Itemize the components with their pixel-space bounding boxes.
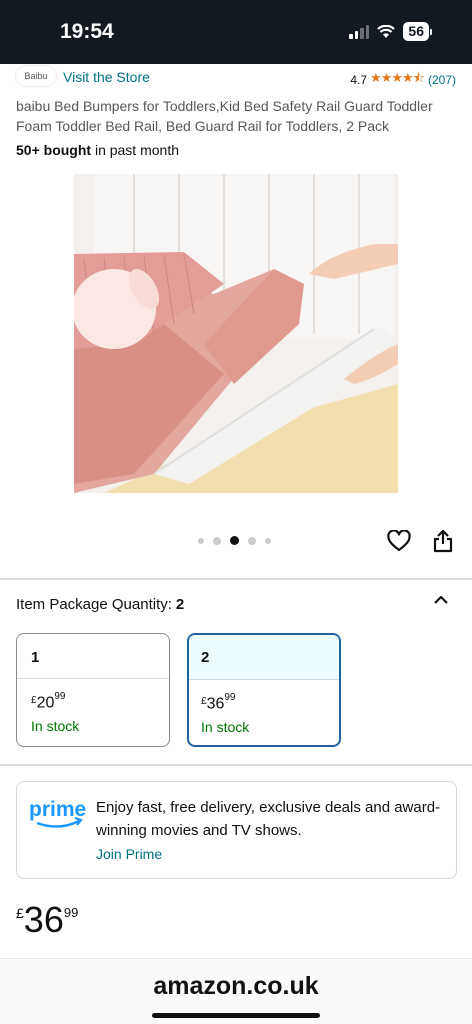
section-divider bbox=[0, 578, 472, 580]
status-icons: 56 bbox=[349, 22, 432, 41]
price-currency: £ bbox=[16, 905, 24, 921]
bed-bumper-photo bbox=[74, 174, 398, 493]
section-divider bbox=[0, 764, 472, 766]
svg-text:prime: prime bbox=[29, 798, 86, 821]
browser-address-bar[interactable]: amazon.co.uk bbox=[0, 958, 472, 1024]
brand-logo[interactable]: Baibu bbox=[16, 66, 56, 86]
quantity-option-label: 1 bbox=[17, 634, 169, 679]
battery-icon: 56 bbox=[403, 22, 432, 41]
quantity-option-price: £2099 bbox=[31, 691, 66, 712]
domain-label[interactable]: amazon.co.uk bbox=[0, 972, 472, 1001]
cellular-signal-icon bbox=[349, 24, 370, 39]
wishlist-heart-icon[interactable] bbox=[387, 530, 411, 552]
chevron-up-icon[interactable] bbox=[433, 594, 449, 606]
home-indicator[interactable] bbox=[152, 1013, 320, 1018]
stock-status: In stock bbox=[31, 718, 80, 735]
rating-stars-icon: ★★★★⯪ bbox=[370, 70, 425, 85]
quantity-option-price: £3699 bbox=[201, 692, 236, 713]
wifi-icon bbox=[377, 24, 396, 38]
image-carousel-dots[interactable] bbox=[198, 536, 271, 545]
carousel-dot[interactable] bbox=[248, 536, 256, 545]
battery-level: 56 bbox=[403, 22, 429, 41]
product-title: baibu Bed Bumpers for Toddlers,Kid Bed S… bbox=[16, 98, 433, 134]
quantity-option-1[interactable]: 1 £2099 In stock bbox=[16, 633, 170, 747]
quantity-label: Item Package Quantity: bbox=[16, 596, 172, 613]
price-fraction: 99 bbox=[63, 905, 79, 920]
prime-logo-icon: prime bbox=[29, 798, 86, 828]
price-whole: 36 bbox=[23, 899, 64, 940]
prime-description: Enjoy fast, free delivery, exclusive dea… bbox=[96, 799, 441, 839]
carousel-dot-active[interactable] bbox=[230, 536, 239, 545]
bought-in-past-month: 50+ bought in past month bbox=[16, 142, 179, 158]
bought-count: 50+ bought bbox=[16, 142, 92, 158]
rating-value: 4.7 bbox=[350, 73, 368, 87]
rating-count[interactable]: (207) bbox=[428, 73, 456, 87]
prime-promo: prime Enjoy fast, free delivery, exclusi… bbox=[16, 781, 457, 879]
carousel-dot[interactable] bbox=[198, 537, 204, 544]
share-icon[interactable] bbox=[433, 529, 453, 553]
quantity-header[interactable]: Item Package Quantity: 2 bbox=[16, 596, 184, 613]
join-prime-link[interactable]: Join Prime bbox=[96, 846, 162, 862]
carousel-dot[interactable] bbox=[265, 537, 271, 544]
quantity-selected-value: 2 bbox=[175, 596, 185, 613]
rating-summary[interactable]: 4.7 ★★★★⯪ (207) bbox=[350, 69, 456, 91]
quantity-option-label: 2 bbox=[189, 635, 339, 680]
status-bar: 19:54 56 bbox=[0, 0, 472, 64]
product-price: £ 36 99 bbox=[16, 900, 78, 940]
quantity-option-2[interactable]: 2 £3699 In stock bbox=[187, 633, 341, 747]
bought-period: in past month bbox=[91, 142, 179, 158]
carousel-dot[interactable] bbox=[213, 536, 221, 545]
product-image[interactable] bbox=[74, 174, 398, 493]
store-row: Baibu Visit the Store 4.7 ★★★★⯪ (207) bbox=[0, 64, 472, 90]
stock-status: In stock bbox=[201, 719, 250, 736]
visit-store-link[interactable]: Visit the Store bbox=[63, 69, 150, 85]
status-time: 19:54 bbox=[60, 20, 114, 43]
